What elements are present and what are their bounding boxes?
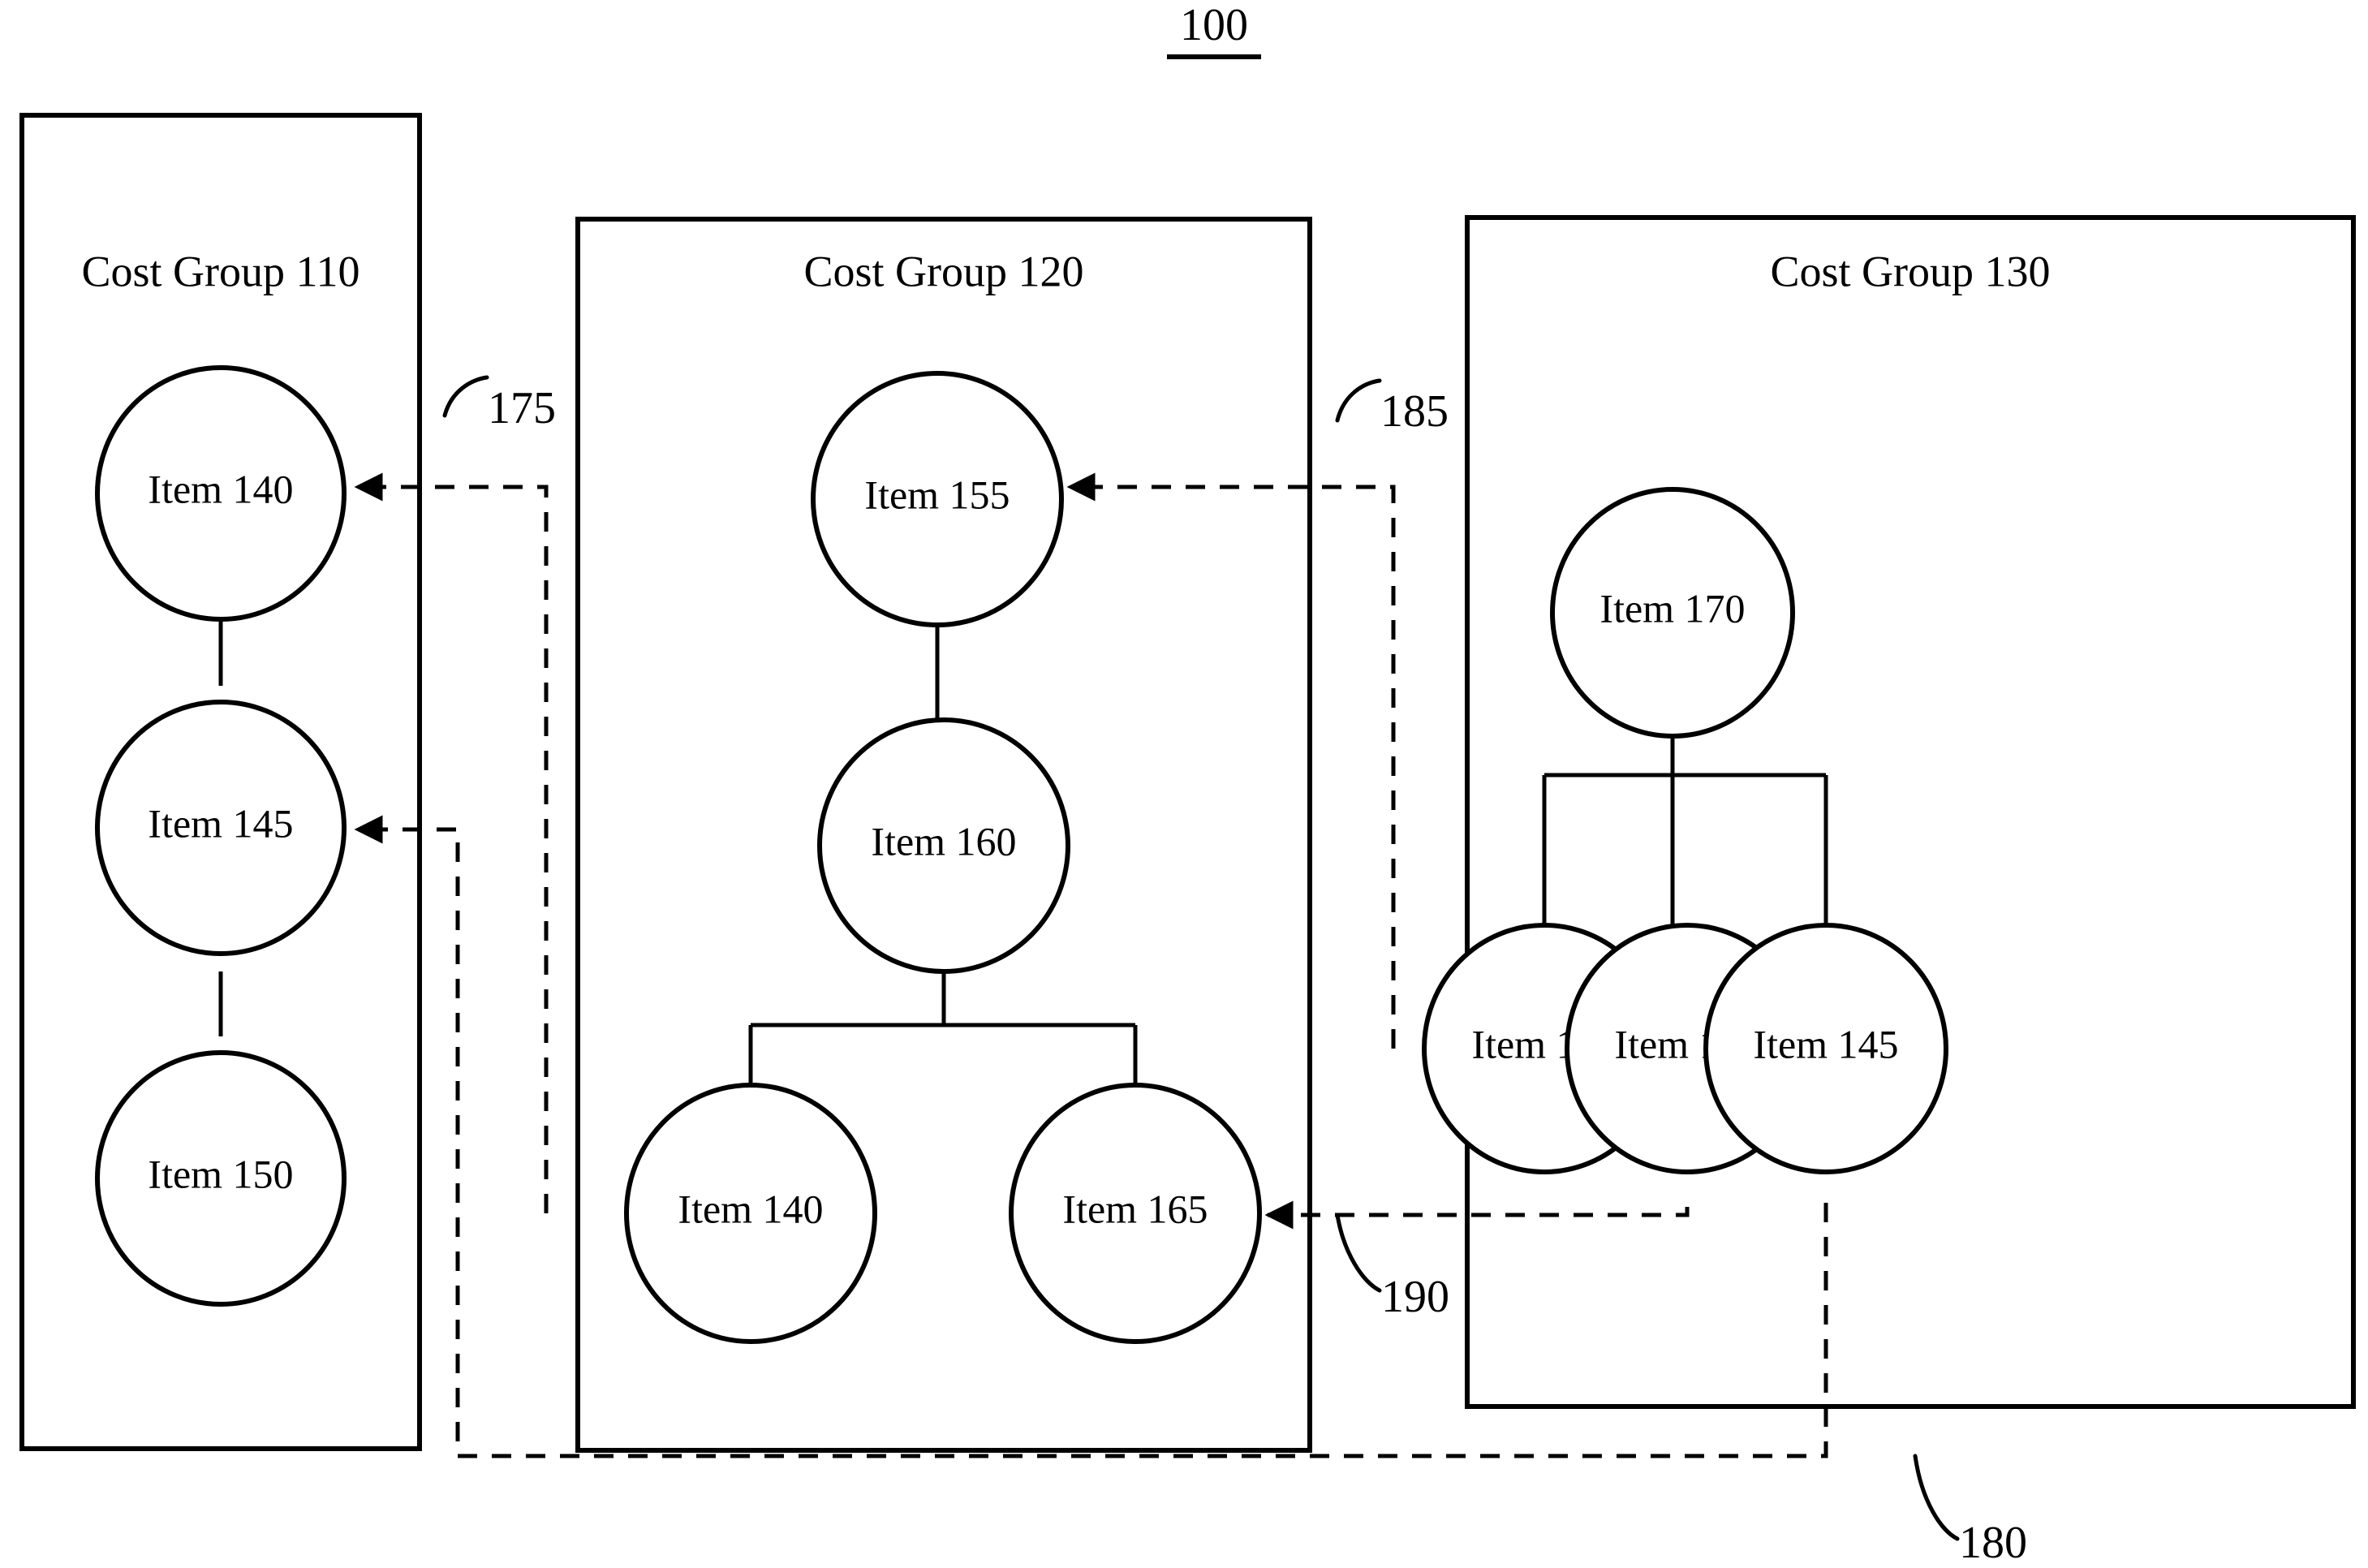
reference-leader-180 xyxy=(1913,1454,1960,1541)
node-120-item-165-label: Item 165 xyxy=(1062,1186,1208,1231)
cost-group-110-title: Cost Group 110 xyxy=(81,247,360,295)
figure-canvas: 100 Cost Group 110 Item 140 Item 145 Ite… xyxy=(0,0,2368,1568)
node-120-item-160-label: Item 160 xyxy=(871,818,1016,864)
reference-leader-185 xyxy=(1335,378,1382,423)
node-110-item-145-label: Item 145 xyxy=(148,800,293,846)
cost-group-120-title: Cost Group 120 xyxy=(803,247,1083,295)
cost-group-130-title: Cost Group 130 xyxy=(1770,247,2050,295)
node-120-item-155-label: Item 155 xyxy=(864,472,1010,517)
node-110-item-150-label: Item 150 xyxy=(148,1151,293,1196)
reference-arrow-185 xyxy=(1066,472,1396,1049)
reference-arrow-175 xyxy=(354,472,549,1213)
cost-group-130-box xyxy=(1465,215,2356,1409)
reference-arrow-190 xyxy=(1264,1200,1690,1230)
reference-label-190: 190 xyxy=(1381,1272,1449,1322)
reference-leader-190 xyxy=(1335,1213,1382,1293)
patent-diagram: 100 Cost Group 110 Item 140 Item 145 Ite… xyxy=(19,0,2356,1568)
node-120-item-140-label: Item 140 xyxy=(678,1186,823,1231)
reference-label-185: 185 xyxy=(1380,386,1449,437)
reference-label-180: 180 xyxy=(1959,1518,2027,1568)
node-130-item-170-label: Item 170 xyxy=(1599,585,1745,631)
figure-number: 100 xyxy=(1180,0,1248,50)
reference-label-175: 175 xyxy=(488,383,556,433)
reference-leader-175 xyxy=(442,375,489,418)
node-110-item-140-label: Item 140 xyxy=(148,466,293,511)
node-130-item-145-label: Item 145 xyxy=(1753,1021,1898,1066)
